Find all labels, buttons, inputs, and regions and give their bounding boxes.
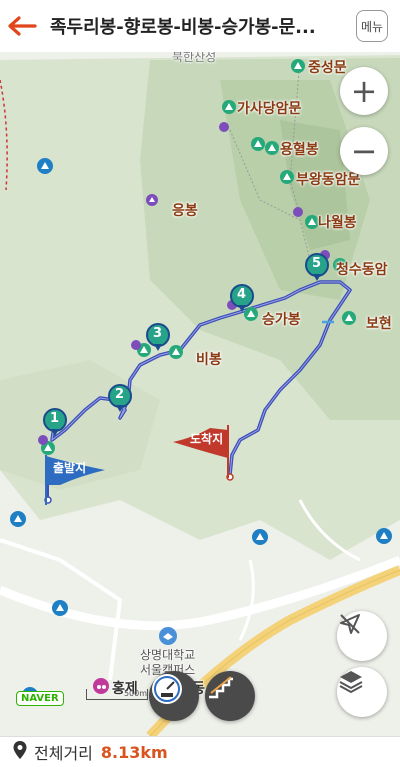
speedometer-icon	[152, 674, 182, 704]
footer-bar: 전체거리 8.13km	[0, 736, 400, 767]
naver-logo: NAVER	[16, 691, 64, 706]
peak-label-cheongsudongam: 청수동암	[336, 262, 388, 278]
location-off-icon	[340, 614, 360, 634]
waypoint-5-label: 5	[312, 256, 322, 271]
peak-label-buwangdongammun: 부왕동암문	[296, 172, 361, 188]
place-label-top: 북한산성	[172, 52, 217, 64]
start-label: 출발지	[53, 461, 87, 475]
waypoint-4-label: 4	[237, 287, 247, 302]
peak-label-bibong: 비봉	[196, 352, 222, 368]
waypoint-2-label: 2	[115, 387, 125, 402]
location-toggle-button[interactable]	[337, 611, 387, 661]
distance-label: 전체거리	[34, 744, 93, 763]
scale-bar: 500m	[86, 689, 148, 700]
distance-value: 8.13km	[100, 742, 168, 762]
header-bar: 족두리봉-향로봉-비봉-승가봉-문... 메뉴	[0, 0, 400, 52]
zoom-out-button[interactable]: −	[340, 127, 388, 175]
map-view[interactable]: 1 2 3 4 5 출발지 도착지 북한산성 중성문 가사당암문 용혈봉 부왕동…	[0, 52, 400, 736]
layers-icon	[339, 671, 363, 694]
peak-label-yonghyeolbong: 용혈봉	[280, 142, 319, 158]
elevation-button[interactable]	[205, 671, 255, 721]
map-pin-icon	[12, 740, 28, 764]
back-arrow-icon	[8, 16, 37, 36]
peak-label-nawolbong: 나월봉	[318, 215, 357, 231]
plus-icon: +	[350, 72, 378, 110]
peak-label-bohyeon: 보현	[366, 316, 392, 332]
peak-label-eungbong: 응봉	[172, 203, 198, 219]
zoom-in-button[interactable]: +	[340, 67, 388, 115]
menu-button[interactable]: 메뉴	[356, 10, 388, 42]
peak-label-jungseongmun: 중성문	[308, 60, 347, 76]
back-button[interactable]	[2, 0, 42, 52]
minus-icon: −	[350, 132, 378, 170]
peak-label-gasadangammun: 가사당암문	[237, 101, 302, 117]
page-title: 족두리봉-향로봉-비봉-승가봉-문...	[50, 17, 316, 38]
speedometer-button[interactable]	[149, 671, 199, 721]
layers-button[interactable]	[337, 667, 387, 717]
peak-label-seunggabong: 승가봉	[262, 312, 301, 328]
stairs-icon	[209, 676, 233, 699]
end-label: 도착지	[190, 432, 224, 446]
waypoint-1-label: 1	[50, 411, 60, 426]
waypoint-3-label: 3	[153, 326, 163, 341]
